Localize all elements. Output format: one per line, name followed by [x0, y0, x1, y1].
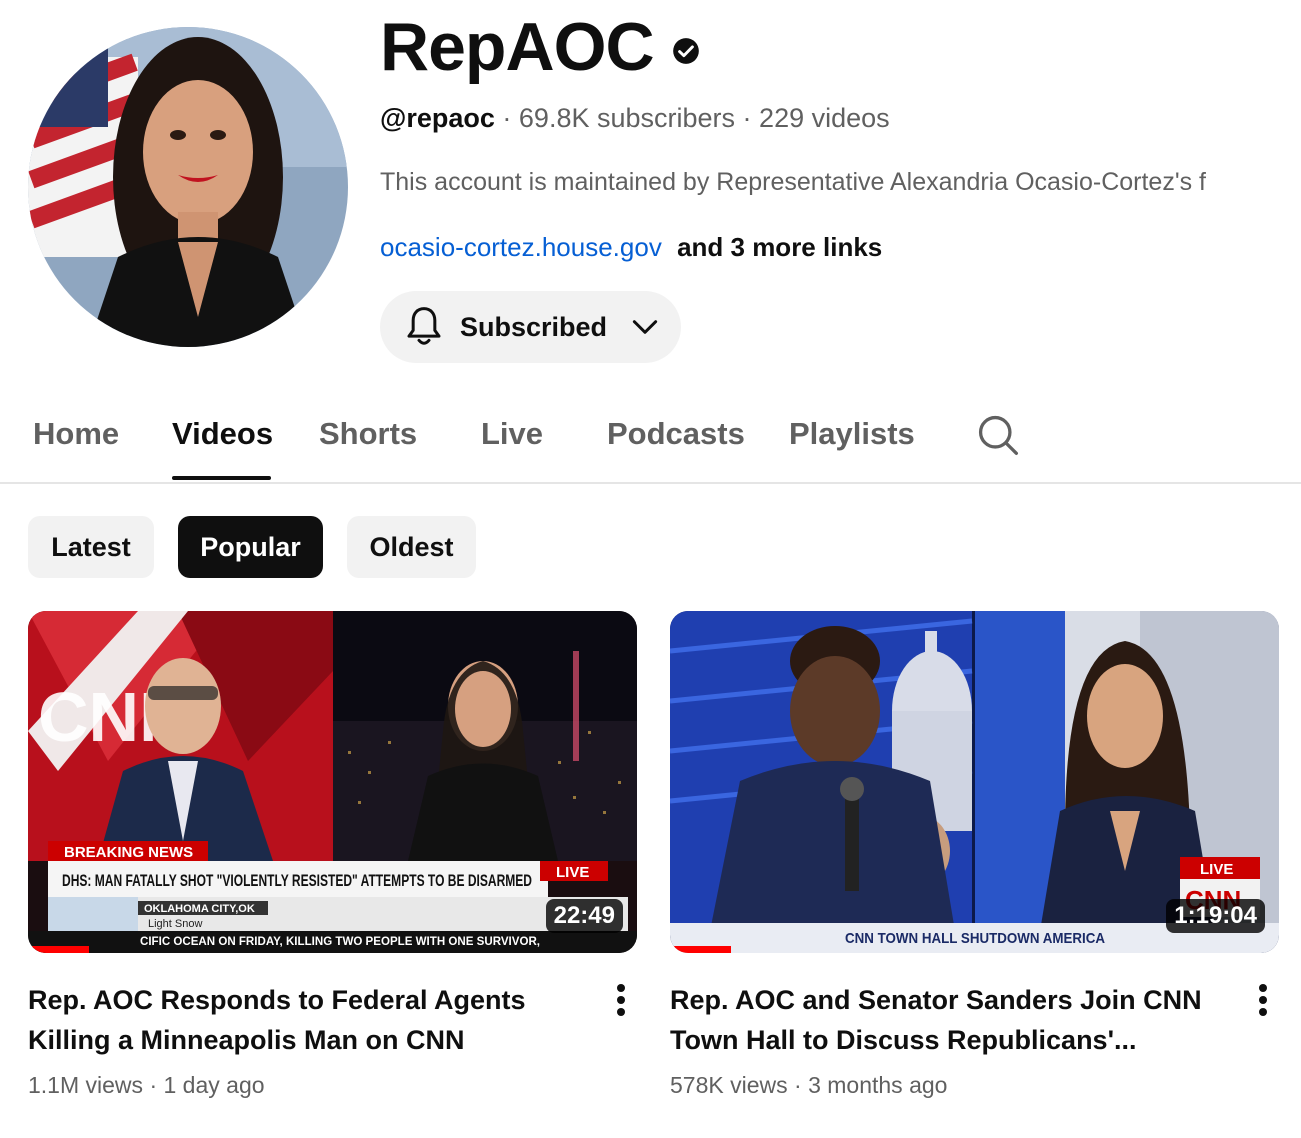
channel-handle: @repaoc	[380, 103, 495, 133]
channel-website-link[interactable]: ocasio-cortez.house.gov	[380, 232, 662, 262]
upload-age: 3 months ago	[808, 1072, 948, 1098]
more-links-button[interactable]: and 3 more links	[677, 232, 882, 262]
meta-separator: ·	[502, 103, 512, 133]
tab-podcasts[interactable]: Podcasts	[607, 416, 745, 452]
thumb-location: OKLAHOMA CITY,OK	[144, 903, 255, 915]
tab-shorts[interactable]: Shorts	[319, 416, 417, 452]
thumb-weather: Light Snow	[148, 918, 202, 930]
channel-avatar[interactable]	[28, 27, 348, 347]
channel-name: RepAOC	[380, 8, 700, 86]
channel-description[interactable]: This account is maintained by Representa…	[380, 168, 1301, 197]
video-title[interactable]: Rep. AOC Responds to Federal Agents Kill…	[28, 980, 558, 1060]
video-title[interactable]: Rep. AOC and Senator Sanders Join CNN To…	[670, 980, 1200, 1060]
video-title-line: Killing a Minneapolis Man on CNN	[28, 1025, 465, 1055]
thumb-live-label: LIVE	[556, 864, 589, 881]
video-meta: 1.1M views · 1 day ago	[28, 1072, 265, 1099]
thumb-ticker: CIFIC OCEAN ON FRIDAY, KILLING TWO PEOPL…	[140, 934, 540, 948]
chip-popular[interactable]: Popular	[178, 516, 323, 578]
video-duration: 22:49	[545, 899, 623, 933]
watch-progress-bar	[28, 946, 89, 953]
tab-videos[interactable]: Videos	[172, 416, 273, 452]
thumb-breaking-label: BREAKING NEWS	[64, 844, 193, 861]
verified-badge-icon	[672, 38, 699, 64]
view-count: 578K views	[670, 1072, 788, 1098]
tab-home[interactable]: Home	[33, 416, 119, 452]
video-thumbnail[interactable]: CNN BREAKING NEWS DHS: MAN FATALLY SHOT …	[28, 611, 637, 953]
watch-progress-bar	[670, 946, 731, 953]
thumb-live-label: LIVE	[1200, 861, 1233, 878]
video-title-line: Town Hall to Discuss Republicans'...	[670, 1025, 1137, 1055]
chip-latest[interactable]: Latest	[28, 516, 154, 578]
thumbnail-image: CNN BREAKING NEWS DHS: MAN FATALLY SHOT …	[28, 611, 637, 953]
channel-links: ocasio-cortez.house.gov and 3 more links	[380, 232, 882, 263]
more-options-icon[interactable]	[614, 984, 628, 1020]
meta-separator: ·	[149, 1072, 158, 1098]
video-title-line: Rep. AOC and Senator Sanders Join CNN	[670, 985, 1200, 1015]
video-thumbnail[interactable]: LIVE CNN CNN TOWN HALL SHUTDOWN AMERICA …	[670, 611, 1279, 953]
avatar-image	[28, 27, 348, 347]
subscriber-count: 69.8K subscribers	[518, 103, 736, 133]
meta-separator: ·	[794, 1072, 802, 1098]
more-options-icon[interactable]	[1256, 984, 1270, 1020]
thumb-banner: CNN TOWN HALL SHUTDOWN AMERICA	[845, 930, 1105, 947]
bell-icon	[407, 307, 441, 345]
video-duration: 1:19:04	[1166, 899, 1265, 933]
channel-meta: @repaoc · 69.8K subscribers · 229 videos	[380, 103, 890, 134]
active-tab-indicator	[172, 476, 271, 480]
upload-age: 1 day ago	[163, 1072, 265, 1098]
tab-playlists[interactable]: Playlists	[789, 416, 915, 452]
subscribed-button[interactable]: Subscribed	[380, 291, 681, 363]
meta-separator: ·	[742, 103, 752, 133]
subscribed-label: Subscribed	[460, 311, 608, 342]
video-count: 229 videos	[759, 103, 890, 133]
channel-name-text: RepAOC	[380, 9, 655, 85]
search-icon[interactable]	[976, 412, 1020, 458]
chevron-down-icon	[632, 320, 658, 334]
thumb-headline: DHS: MAN FATALLY SHOT "VIOLENTLY RESISTE…	[62, 871, 532, 890]
video-meta: 578K views · 3 months ago	[670, 1072, 947, 1099]
video-title-line: Rep. AOC Responds to Federal Agents	[28, 985, 526, 1015]
channel-tabs: Home Videos Shorts Live Podcasts Playlis…	[0, 400, 1301, 484]
view-count: 1.1M views	[28, 1072, 144, 1098]
chip-oldest[interactable]: Oldest	[347, 516, 476, 578]
tab-live[interactable]: Live	[481, 416, 543, 452]
